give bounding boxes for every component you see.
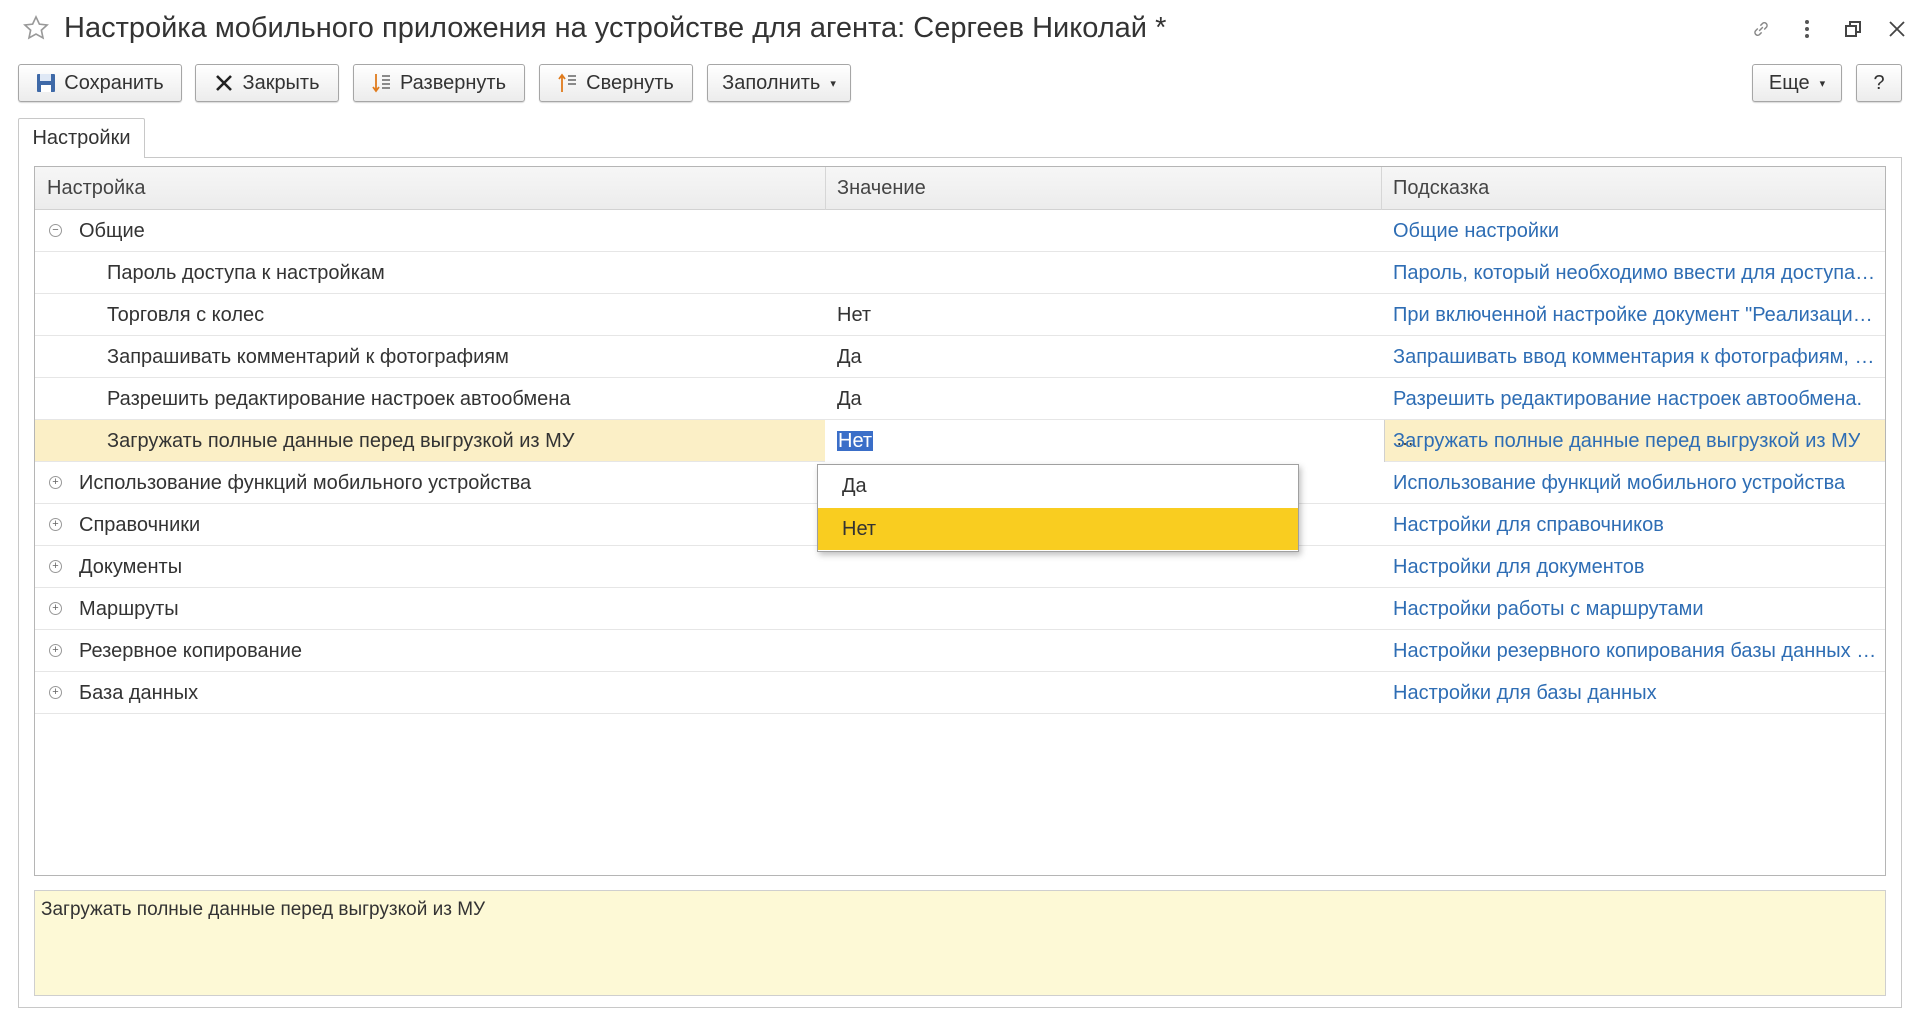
fill-dropdown-button[interactable]: Заполнить ▾ bbox=[707, 64, 851, 102]
setting-name: Справочники bbox=[79, 513, 201, 536]
setting-name: База данных bbox=[79, 681, 199, 704]
setting-hint: Настройки для базы данных bbox=[1393, 681, 1657, 704]
restore-window-icon[interactable] bbox=[1840, 16, 1866, 42]
setting-hint: Использование функций мобильного устройс… bbox=[1393, 471, 1846, 494]
help-button-label: ? bbox=[1873, 71, 1885, 94]
setting-value[interactable]: Да bbox=[825, 336, 862, 378]
collapse-group-icon[interactable]: − bbox=[49, 224, 62, 237]
expand-group-icon[interactable]: + bbox=[49, 476, 62, 489]
setting-hint: Настройки работы с маршрутами bbox=[1393, 597, 1704, 620]
setting-value[interactable] bbox=[825, 672, 837, 714]
expand-button[interactable]: Развернуть bbox=[353, 64, 525, 102]
table-row[interactable]: Пароль доступа к настройкам Пароль, кото… bbox=[35, 252, 1885, 294]
setting-name: Торговля с колес bbox=[107, 303, 265, 326]
floppy-disk-icon bbox=[36, 73, 56, 93]
close-icon bbox=[214, 73, 234, 93]
setting-name: Документы bbox=[79, 555, 183, 578]
setting-hint: Настройки для справочников bbox=[1393, 513, 1664, 536]
link-icon[interactable] bbox=[1748, 16, 1774, 42]
setting-hint: При включенной настройке документ "Реали… bbox=[1393, 303, 1879, 326]
window-title: Настройка мобильного приложения на устро… bbox=[64, 12, 1167, 44]
setting-hint: Общие настройки bbox=[1393, 219, 1559, 242]
tab-settings[interactable]: Настройки bbox=[18, 118, 145, 158]
expand-tree-icon bbox=[372, 72, 392, 94]
dropdown-option-yes[interactable]: Да bbox=[818, 465, 1298, 507]
setting-hint: Настройки резервного копирования базы да… bbox=[1393, 639, 1879, 662]
table-row-selected[interactable]: Загружать полные данные перед выгрузкой … bbox=[35, 420, 1885, 462]
expand-group-icon[interactable]: + bbox=[49, 644, 62, 657]
expand-group-icon[interactable]: + bbox=[49, 602, 62, 615]
setting-name: Резервное копирование bbox=[79, 639, 303, 662]
setting-name: Разрешить редактирование настроек автооб… bbox=[107, 387, 571, 410]
star-icon[interactable] bbox=[22, 14, 50, 42]
close-button-label: Закрыть bbox=[242, 71, 320, 94]
chevron-down-icon: ▾ bbox=[830, 77, 836, 90]
column-header-setting[interactable]: Настройка bbox=[35, 167, 825, 210]
table-row[interactable]: + Документы Настройки для документов bbox=[35, 546, 1885, 588]
expand-group-icon[interactable]: + bbox=[49, 518, 62, 531]
fill-button-label: Заполнить bbox=[722, 71, 821, 94]
setting-value[interactable] bbox=[825, 210, 837, 252]
more-dropdown-button[interactable]: Еще ▾ bbox=[1752, 64, 1842, 102]
close-window-icon[interactable] bbox=[1884, 16, 1910, 42]
setting-name: Использование функций мобильного устройс… bbox=[79, 471, 532, 494]
tab-settings-label: Настройки bbox=[32, 127, 131, 149]
value-choice-dropdown: Да Нет bbox=[817, 464, 1299, 552]
close-button[interactable]: Закрыть bbox=[195, 64, 339, 102]
setting-name: Запрашивать комментарий к фотографиям bbox=[107, 345, 509, 368]
save-button-label: Сохранить bbox=[64, 71, 164, 94]
setting-hint: Загружать полные данные перед выгрузкой … bbox=[1393, 429, 1861, 452]
table-row[interactable]: + База данных Настройки для базы данных bbox=[35, 672, 1885, 714]
value-edit-text[interactable]: Нет bbox=[837, 431, 874, 451]
setting-value[interactable]: Нет bbox=[825, 294, 871, 336]
save-button[interactable]: Сохранить bbox=[18, 64, 182, 102]
column-header-value[interactable]: Значение bbox=[825, 167, 1381, 210]
collapse-button-label: Свернуть bbox=[586, 71, 674, 94]
title-bar: Настройка мобильного приложения на устро… bbox=[0, 0, 1920, 60]
setting-hint: Пароль, который необходимо ввести для до… bbox=[1393, 261, 1879, 284]
hint-panel: Загружать полные данные перед выгрузкой … bbox=[34, 890, 1886, 996]
more-button-label: Еще bbox=[1768, 71, 1810, 94]
collapse-button[interactable]: Свернуть bbox=[539, 64, 693, 102]
setting-value[interactable]: Да bbox=[825, 378, 862, 420]
setting-hint: Запрашивать ввод комментария к фотографи… bbox=[1393, 345, 1879, 368]
value-edit-field[interactable]: Нет … bbox=[825, 420, 1414, 462]
expand-group-icon[interactable]: + bbox=[49, 686, 62, 699]
setting-hint: Разрешить редактирование настроек автооб… bbox=[1393, 387, 1863, 410]
expand-button-label: Развернуть bbox=[399, 71, 506, 94]
table-row[interactable]: + Резервное копирование Настройки резерв… bbox=[35, 630, 1885, 672]
table-row[interactable]: + Маршруты Настройки работы с маршрутами bbox=[35, 588, 1885, 630]
dropdown-option-no[interactable]: Нет bbox=[818, 508, 1298, 550]
table-row[interactable]: Торговля с колес Нет При включенной наст… bbox=[35, 294, 1885, 336]
setting-name: Маршруты bbox=[79, 597, 179, 620]
expand-group-icon[interactable]: + bbox=[49, 560, 62, 573]
table-row[interactable]: Разрешить редактирование настроек автооб… bbox=[35, 378, 1885, 420]
table-header: Настройка Значение Подсказка bbox=[35, 167, 1885, 210]
setting-value[interactable] bbox=[825, 546, 837, 588]
setting-value[interactable] bbox=[825, 630, 837, 672]
chevron-down-icon: ▾ bbox=[1819, 77, 1826, 90]
setting-value[interactable] bbox=[825, 588, 837, 630]
setting-hint: Настройки для документов bbox=[1393, 555, 1645, 578]
more-vertical-icon[interactable] bbox=[1794, 16, 1820, 42]
help-button[interactable]: ? bbox=[1856, 64, 1902, 102]
column-header-hint[interactable]: Подсказка bbox=[1381, 167, 1885, 210]
setting-name: Общие bbox=[79, 219, 145, 242]
setting-name: Загружать полные данные перед выгрузкой … bbox=[107, 429, 575, 452]
setting-value[interactable] bbox=[825, 252, 837, 294]
table-row[interactable]: − Общие Общие настройки bbox=[35, 210, 1885, 252]
table-row[interactable]: Запрашивать комментарий к фотографиям Да… bbox=[35, 336, 1885, 378]
collapse-tree-icon bbox=[558, 72, 578, 94]
hint-text: Загружать полные данные перед выгрузкой … bbox=[41, 899, 486, 920]
setting-name: Пароль доступа к настройкам bbox=[107, 261, 385, 284]
